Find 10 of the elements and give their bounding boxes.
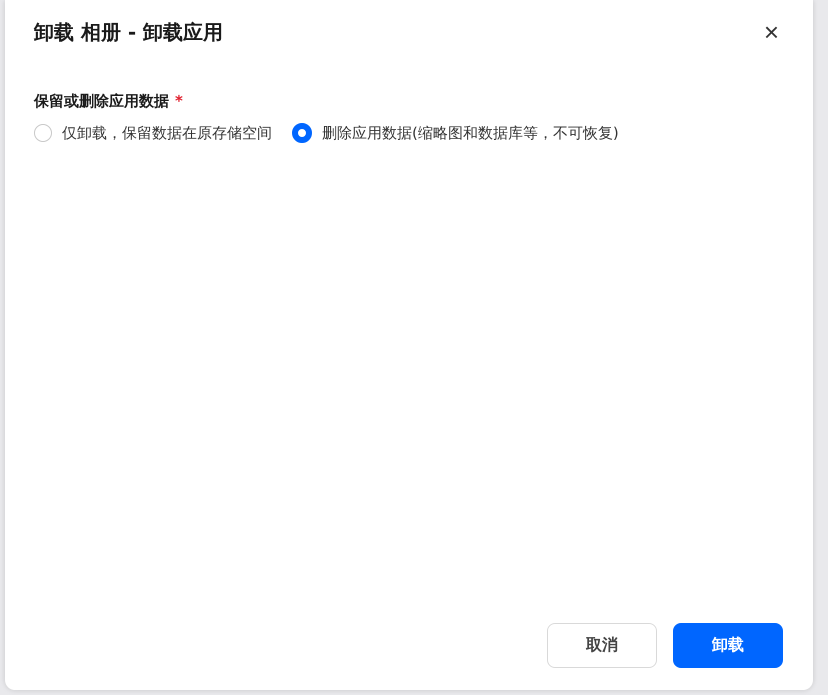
close-button[interactable]: × bbox=[760, 19, 783, 45]
radio-label[interactable]: 删除应用数据(缩略图和数据库等，不可恢复) bbox=[322, 124, 619, 142]
cancel-button[interactable]: 取消 bbox=[547, 623, 657, 668]
radio-button[interactable] bbox=[292, 123, 312, 143]
radio-button[interactable] bbox=[34, 124, 52, 142]
confirm-button[interactable]: 卸载 bbox=[673, 623, 783, 668]
radio-label[interactable]: 仅卸载，保留数据在原存储空间 bbox=[62, 124, 272, 142]
field-label: 保留或删除应用数据 bbox=[34, 92, 169, 111]
required-mark: * bbox=[175, 92, 183, 111]
dialog-title: 卸载 相册 - 卸载应用 bbox=[34, 18, 224, 46]
